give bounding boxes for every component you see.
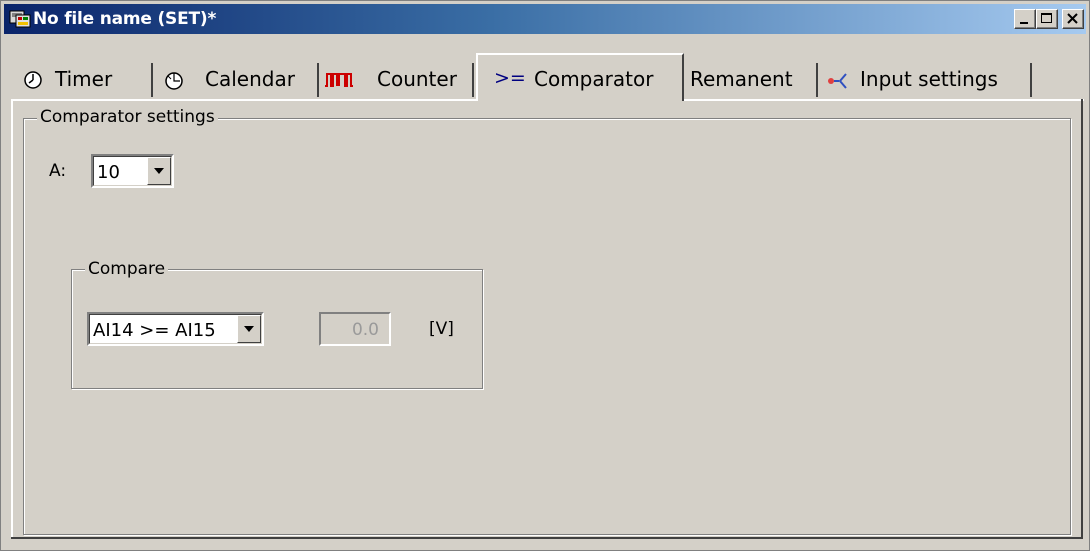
tab-input-settings-label: Input settings: [860, 67, 998, 91]
tab-calendar[interactable]: Calendar: [153, 63, 319, 97]
window-title: No file name (SET)*: [33, 9, 217, 29]
tab-counter-label: Counter: [377, 67, 457, 91]
tab-page-top-edge-right: [684, 99, 1084, 101]
compare-select-value: AI14 >= AI15: [93, 320, 216, 341]
input-branch-icon: [828, 73, 847, 89]
tab-remanent-label: Remanent: [690, 67, 793, 91]
chevron-down-icon: [154, 168, 164, 174]
close-icon: [1067, 13, 1078, 24]
comparator-settings-title: Comparator settings: [37, 107, 218, 127]
tab-comparator[interactable]: >= Comparator: [476, 53, 684, 101]
compare-value-field[interactable]: 0.0: [319, 312, 391, 346]
minimize-button[interactable]: [1014, 9, 1036, 29]
clock-icon: [24, 71, 42, 89]
minimize-icon: [1020, 22, 1028, 24]
tab-page-right-edge: [1081, 99, 1083, 539]
title-bar[interactable]: No file name (SET)*: [4, 4, 1086, 34]
chevron-down-icon: [244, 326, 254, 332]
compare-select[interactable]: AI14 >= AI15: [87, 312, 264, 346]
tab-counter[interactable]: Counter: [319, 63, 474, 97]
a-select-dropdown-button[interactable]: [147, 157, 171, 185]
compare-unit: [V]: [429, 319, 454, 339]
close-button[interactable]: [1062, 9, 1084, 29]
compare-title: Compare: [85, 259, 169, 279]
tab-page-left-edge: [11, 99, 13, 539]
tab-input-settings[interactable]: Input settings: [818, 63, 1032, 97]
tab-page-top-edge-left: [11, 99, 476, 101]
tab-timer-label: Timer: [55, 67, 113, 91]
maximize-icon: [1041, 13, 1052, 23]
tab-calendar-label: Calendar: [205, 67, 295, 91]
comparator-symbol-icon: >=: [494, 67, 526, 89]
tab-comparator-label: Comparator: [534, 67, 654, 91]
tab-page-bottom-edge: [11, 537, 1083, 539]
a-label: A:: [49, 161, 67, 181]
a-select-value: 10: [97, 162, 120, 183]
tab-timer[interactable]: Timer: [15, 63, 153, 97]
tab-remanent[interactable]: Remanent: [684, 63, 818, 97]
comparator-window: No file name (SET)* Timer Calendar Count…: [0, 0, 1090, 551]
compare-select-dropdown-button[interactable]: [237, 315, 261, 343]
compare-value: 0.0: [351, 320, 379, 340]
calendar-clock-icon: [165, 72, 183, 90]
maximize-button[interactable]: [1036, 9, 1058, 29]
a-select[interactable]: 10: [91, 154, 174, 188]
counter-pulse-icon: [325, 73, 353, 87]
app-icon: [9, 10, 31, 28]
